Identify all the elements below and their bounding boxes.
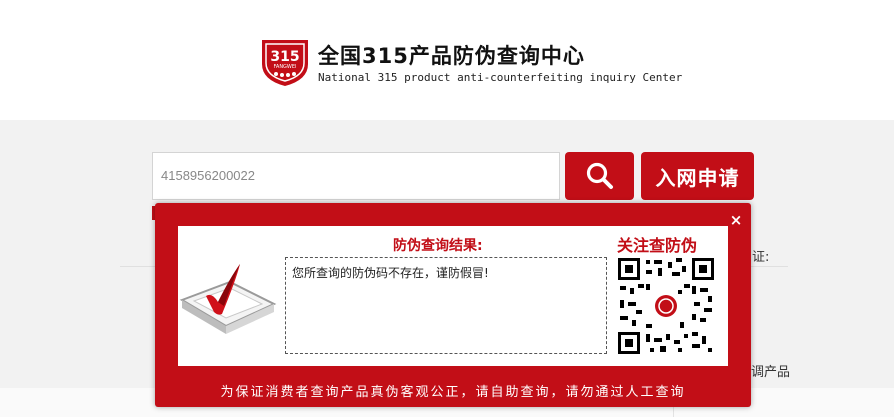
search-button[interactable] (565, 152, 634, 200)
qr-code-icon (616, 256, 716, 356)
magnifier-icon (586, 162, 613, 189)
site-header: 315 FANGWEI 全国315产品防伪查询中心 National 315 p… (0, 0, 894, 120)
background-text-top: 证: (752, 250, 770, 265)
follow-title: 关注查防伪 (617, 236, 698, 255)
site-title: 全国315产品防伪查询中心 (318, 44, 585, 68)
315-logo-icon: 315 FANGWEI (262, 40, 308, 86)
site-subtitle: National 315 product anti-counterfeiting… (318, 71, 683, 84)
background-text-bottom: 调产品 (751, 365, 791, 380)
checkmark-box-icon (179, 264, 277, 334)
apply-network-button[interactable]: 入网申请 (641, 152, 754, 200)
close-icon[interactable]: × (728, 212, 744, 228)
svg-text:FANGWEI: FANGWEI (273, 64, 296, 70)
svg-text:315: 315 (270, 49, 299, 65)
result-title: 防伪查询结果: (393, 238, 483, 254)
result-message: 您所查询的防伪码不存在，谨防假冒! (285, 257, 607, 354)
code-search-input[interactable]: 4158956200022 (152, 152, 560, 200)
footer-notice: 为保证消费者查询产品真伪客观公正，请自助查询，请勿通过人工查询 (220, 385, 686, 400)
